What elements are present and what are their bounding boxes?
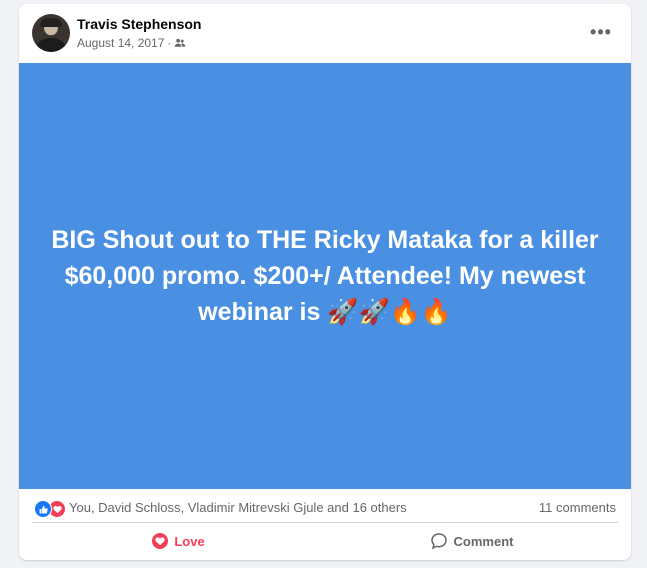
friends-icon[interactable] (174, 37, 186, 49)
comment-button-label: Comment (453, 533, 514, 549)
more-options-button[interactable]: ••• (587, 18, 615, 46)
love-button[interactable]: Love (32, 525, 325, 557)
actions-divider (32, 522, 618, 523)
meta-separator: · (167, 36, 172, 50)
reaction-names[interactable]: You, David Schloss, Vladimir Mitrevski G… (69, 500, 407, 515)
avatar-body (35, 38, 67, 52)
love-reaction-icon (152, 533, 169, 549)
post-image[interactable]: BIG Shout out to THE Ricky Mataka for a … (19, 63, 631, 489)
post-meta: August 14, 2017 · (77, 36, 186, 50)
like-icon (34, 500, 52, 518)
comment-button[interactable]: Comment (325, 525, 618, 557)
post-card: Travis Stephenson August 14, 2017 · ••• … (19, 4, 631, 560)
avatar-hat (40, 18, 62, 27)
author-avatar[interactable] (32, 14, 70, 52)
reaction-icons[interactable] (34, 500, 68, 518)
post-actions: Love Comment (32, 525, 618, 557)
comment-icon (430, 533, 447, 550)
post-date[interactable]: August 14, 2017 (77, 36, 164, 50)
post-header: Travis Stephenson August 14, 2017 · ••• (19, 4, 631, 62)
post-image-text: BIG Shout out to THE Ricky Mataka for a … (51, 226, 599, 326)
author-name[interactable]: Travis Stephenson (77, 16, 201, 32)
love-button-label: Love (174, 533, 205, 549)
comments-count[interactable]: 11 comments (539, 500, 616, 515)
